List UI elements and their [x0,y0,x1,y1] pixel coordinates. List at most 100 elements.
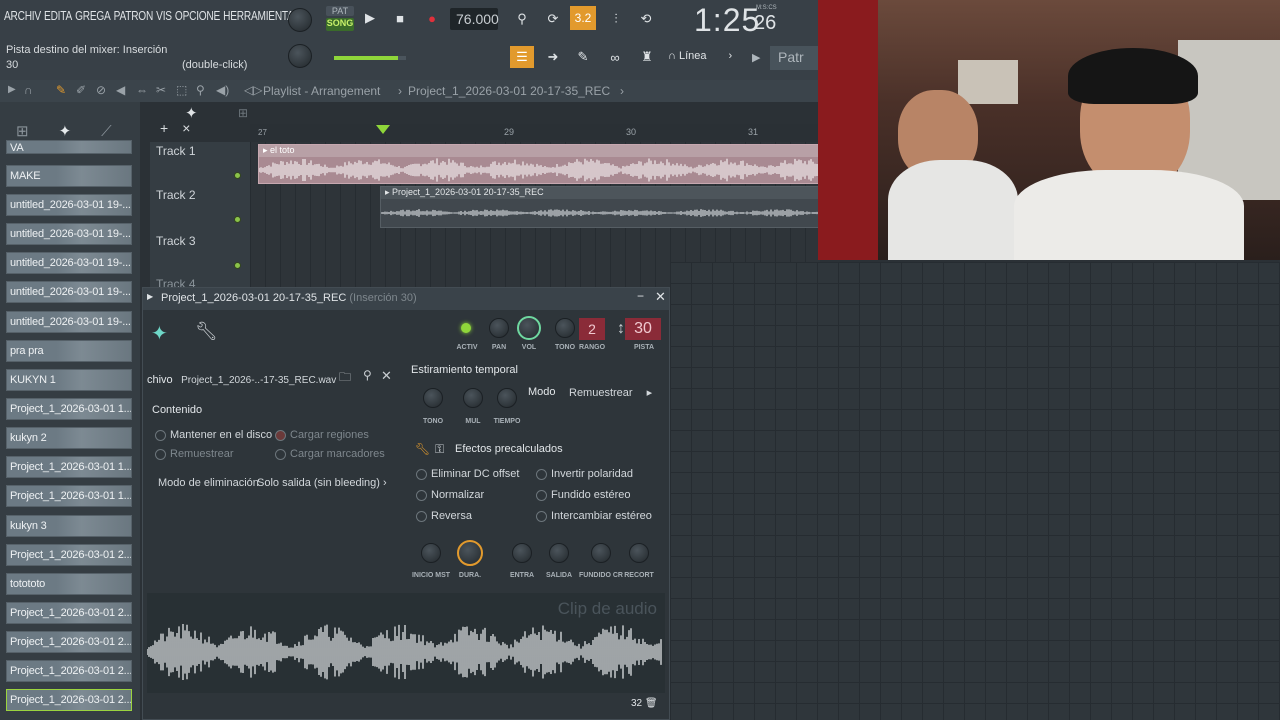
slice-icon[interactable]: ✂ [156,83,166,97]
picker-item[interactable]: Project_1_2026-03-01 1... [6,398,132,420]
declick-mode-select[interactable]: Solo salida (sin bleeding) › [257,477,387,489]
picker-item[interactable]: Project_1_2026-03-01 2... [6,631,132,653]
picker-item[interactable]: untitled_2026-03-01 19-... [6,194,132,216]
lock-icon[interactable]: ⚿ [435,442,444,457]
folder-icon[interactable]: 🗀︎ [339,368,351,389]
song-time[interactable]: 1:25 [694,2,760,39]
picker-item[interactable]: pra pra [6,340,132,362]
playhead-marker[interactable] [376,125,390,134]
timeline-ruler[interactable]: 27 29 30 31 [250,124,820,140]
playlist-button[interactable]: ☰ [510,46,534,68]
volume-slider[interactable] [334,56,406,60]
picker-item[interactable]: untitled_2026-03-01 19-... [6,252,132,274]
pitch-knob[interactable] [555,318,575,338]
menu-vis[interactable]: VIS [156,8,172,23]
menu-patron[interactable]: PATRON [114,8,154,23]
stretch-mul-knob[interactable] [463,388,483,408]
waveform-panel[interactable]: Clip de audio [147,593,665,693]
length-knob[interactable] [457,540,483,566]
menu-edita[interactable]: EDITA [44,8,72,23]
fx-reverse-option[interactable]: Reversa [416,510,472,522]
pencil-icon[interactable]: ✎ [56,83,66,97]
picker-item[interactable]: Project_1_2026-03-01 2... [6,544,132,566]
pattern-arrow-button[interactable]: ▶ [752,48,766,68]
audio-wave-icon[interactable]: ✦ [185,104,198,122]
fx-normalize-option[interactable]: Normalizar [416,489,484,501]
menu-opciones[interactable]: OPCIONE [175,8,220,23]
picker-item[interactable]: untitled_2026-03-01 19-... [6,223,132,245]
audio-clip-1[interactable]: ▸ el toto [258,144,820,184]
magnet-icon[interactable]: ∩ [24,83,33,97]
record-button[interactable]: ● [422,8,442,28]
picker-item[interactable]: KUKYN 1 [6,369,132,391]
playback-icon[interactable]: ◀) [216,83,229,97]
song-mode-button[interactable]: SONG [326,18,354,31]
arrow-left-right-icon[interactable]: ◁▷ [244,83,262,97]
track-3-led[interactable] [234,262,241,269]
step-edit-button[interactable]: ⫶ [604,8,628,30]
master-volume-knob[interactable] [288,8,312,32]
triangle-right-icon[interactable]: ▶ [8,84,16,95]
blend-notes-button[interactable]: ⟲ [634,8,658,30]
track-3-header[interactable]: Track 3 [150,230,250,275]
wait-input-button[interactable]: ⟳ [540,8,566,30]
countdown-button[interactable]: 3.2 [570,6,596,30]
zoom-indicator[interactable]: 32 🗑︎ [631,698,658,709]
link-button[interactable]: ∞ [604,46,626,68]
playlist-empty-grid[interactable] [670,262,1280,720]
tempo-display[interactable]: 76.000 [450,8,499,30]
wrench-icon[interactable]: 🔧︎ [415,442,430,456]
sample-start-knob[interactable] [421,543,441,563]
picker-item[interactable]: Project_1_2026-03-01 2... [6,689,132,711]
volume-knob[interactable] [517,316,541,340]
close-icon[interactable]: ✕ [381,368,392,384]
menu-herramientas[interactable]: HERRAMIENTA [223,8,294,23]
paint-button[interactable]: ✎ [572,46,594,68]
track-2-led[interactable] [234,216,241,223]
picker-item[interactable]: kukyn 2 [6,427,132,449]
wrench-icon[interactable]: 🔧︎ [195,321,218,342]
grid-icon[interactable]: ⊞ [238,106,248,120]
fx-stereo-fade-option[interactable]: Fundido estéreo [536,489,631,501]
arrangement-project[interactable]: Project_1_2026-03-01 20-17-35_REC [408,84,610,98]
active-led[interactable] [461,323,471,333]
plus-icon[interactable]: + [160,120,168,136]
stop-button[interactable]: ■ [390,8,410,28]
picker-item[interactable]: VA [6,140,132,154]
pan-knob[interactable] [489,318,509,338]
trim-knob[interactable] [629,543,649,563]
zoom-icon[interactable]: ⚲ [196,83,205,97]
picker-item[interactable]: untitled_2026-03-01 19-... [6,281,132,303]
audio-icon[interactable]: ✦ [59,123,72,140]
mixer-track-value[interactable]: 30 [625,318,661,340]
range-value[interactable]: 2 [579,318,605,340]
mute-icon[interactable]: ◀ [116,83,125,97]
track-1-led[interactable] [234,172,241,179]
load-markers-option[interactable]: Cargar marcadores [275,448,385,460]
picker-item[interactable]: Project_1_2026-03-01 2... [6,602,132,624]
fx-invert-polarity-option[interactable]: Invertir polaridad [536,468,633,480]
pin-icon[interactable]: ⚲ [363,368,372,382]
fade-in-knob[interactable] [512,543,532,563]
file-name[interactable]: Project_1_2026-..-17-35_REC.wav [181,375,336,386]
delete-icon[interactable]: ⊘ [96,83,106,97]
mode-select[interactable]: Remuestrear ▸ [569,386,652,399]
resample-option[interactable]: Remuestrear [155,448,234,460]
brush-icon[interactable]: ✐ [76,83,86,97]
picker-item[interactable]: Project_1_2026-03-01 1... [6,456,132,478]
audio-clip-2[interactable]: ▸ Project_1_2026-03-01 20-17-35_REC [380,186,820,228]
slip-icon[interactable]: ⇔ [136,83,148,97]
fx-remove-dc-option[interactable]: Eliminar DC offset [416,468,519,480]
menu-agrega[interactable]: GREGA [75,8,111,23]
picker-item[interactable]: MAKE [6,165,132,187]
picker-item[interactable]: Project_1_2026-03-01 2... [6,660,132,682]
play-button[interactable]: ▶ [360,8,380,28]
channel-settings-titlebar[interactable]: ▶ Project_1_2026-03-01 20-17-35_REC (Ins… [143,288,669,310]
triangle-right-icon[interactable]: ▶ [147,292,153,301]
track-1-header[interactable]: Track 1 [150,142,250,186]
minimize-button[interactable]: − [637,289,644,303]
picker-item[interactable]: untitled_2026-03-01 19-... [6,311,132,333]
stamp-button[interactable]: ♜ [636,46,658,68]
picker-item[interactable]: kukyn 3 [6,515,132,537]
up-down-arrow-icon[interactable]: ↕ [617,320,625,338]
